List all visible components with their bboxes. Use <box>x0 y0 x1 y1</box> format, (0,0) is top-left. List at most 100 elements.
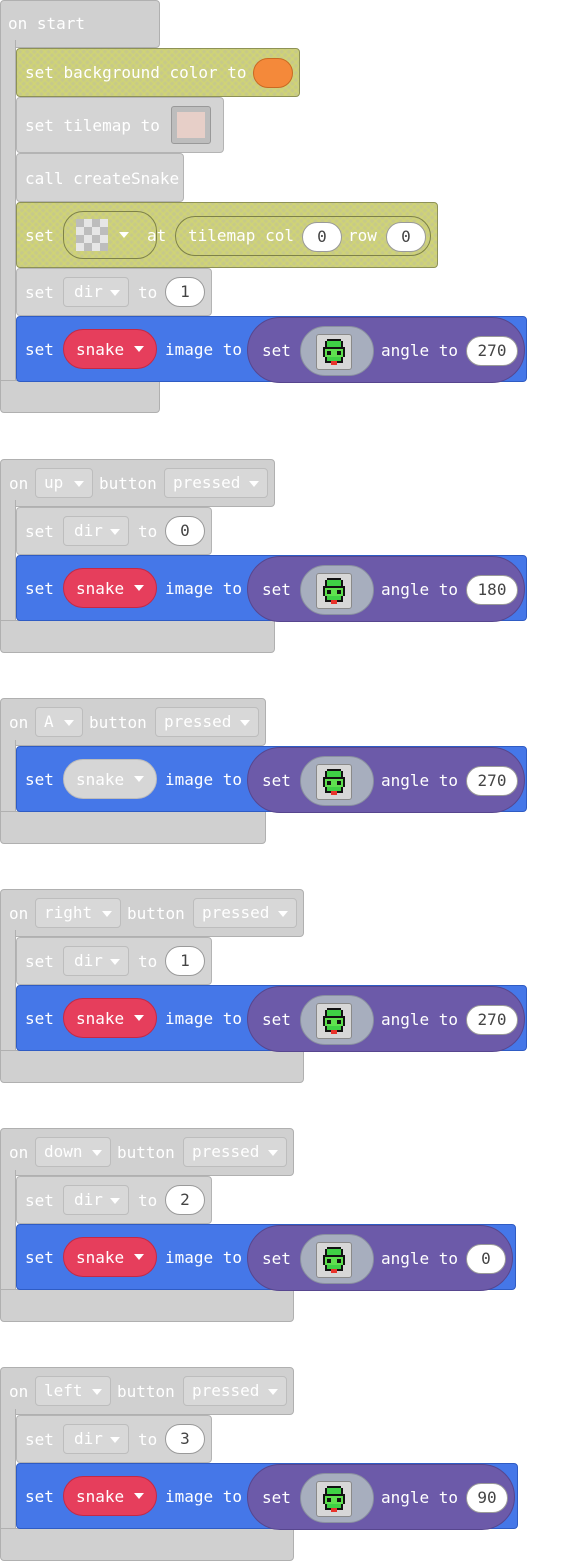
snake-variable-dropdown[interactable]: snake <box>63 1476 157 1516</box>
on-button-pressed-hat[interactable]: on up button pressed <box>0 459 275 507</box>
event-dropdown[interactable]: pressed <box>193 898 297 928</box>
event-dropdown[interactable]: pressed <box>155 707 259 737</box>
on-button-pressed-hat[interactable]: on left button pressed <box>0 1367 294 1415</box>
rotate-image-block[interactable]: set angle to 270 <box>247 317 525 383</box>
image-slot[interactable] <box>300 1234 374 1284</box>
tilemap-col-row-pill[interactable]: tilemap col 0 row 0 <box>175 216 431 256</box>
on-label: on <box>9 713 29 732</box>
on-button-pressed-hat[interactable]: on right button pressed <box>0 889 304 937</box>
set-sprite-image-block[interactable]: set snake image to set angle to 0 <box>16 1224 516 1291</box>
dir-value-input[interactable]: 3 <box>165 1424 205 1454</box>
rotate-image-block[interactable]: set angle to 0 <box>247 1225 513 1291</box>
button-dropdown[interactable]: right <box>35 898 121 928</box>
image-slot[interactable] <box>300 756 374 806</box>
snake-head-icon[interactable] <box>316 1242 352 1278</box>
chevron-down-icon <box>92 1150 102 1156</box>
set-background-color-block[interactable]: set background color to <box>16 48 300 97</box>
button-word-label: button <box>117 1143 175 1162</box>
set-dir-block[interactable]: set dir to 0 <box>16 507 212 555</box>
angle-input[interactable]: 0 <box>466 1244 506 1274</box>
rotate-image-block[interactable]: set angle to 180 <box>247 556 525 622</box>
button-word-label: button <box>99 474 157 493</box>
snake-variable-label: snake <box>76 1248 125 1267</box>
dir-value-input[interactable]: 1 <box>165 946 205 976</box>
handler-spine <box>0 1170 16 1300</box>
button-dropdown[interactable]: left <box>35 1376 111 1406</box>
angle-input[interactable]: 180 <box>466 575 518 605</box>
image-slot[interactable] <box>300 565 374 615</box>
set-dir-block[interactable]: set dir to 3 <box>16 1415 212 1463</box>
button-dropdown[interactable]: A <box>35 707 83 737</box>
angle-to-label: angle to <box>381 1488 459 1507</box>
snake-head-icon[interactable] <box>316 573 352 609</box>
dir-variable-dropdown[interactable]: dir <box>63 1424 129 1454</box>
snake-variable-label: snake <box>76 579 125 598</box>
snake-variable-dropdown[interactable]: snake <box>63 759 157 799</box>
set-sprite-image-block[interactable]: set snake image to set angle to 90 <box>16 1463 518 1530</box>
place-on-tile-block[interactable]: set at tilemap col 0 row 0 <box>16 202 438 268</box>
rotate-image-block[interactable]: set angle to 90 <box>247 1464 515 1530</box>
rotate-set-label: set <box>262 1249 291 1268</box>
dir-variable-label: dir <box>74 282 103 301</box>
button-dropdown[interactable]: up <box>35 468 93 498</box>
rotate-set-label: set <box>262 1010 291 1029</box>
snake-variable-dropdown[interactable]: snake <box>63 1237 157 1277</box>
chevron-down-icon <box>64 720 74 726</box>
sprite-image-slot[interactable] <box>63 211 157 259</box>
chevron-down-icon <box>134 1254 144 1260</box>
col-input[interactable]: 0 <box>302 222 342 252</box>
angle-input[interactable]: 270 <box>466 766 518 796</box>
set-dir-set-label: set <box>25 522 54 541</box>
dir-value-input[interactable]: 2 <box>165 1185 205 1215</box>
event-dropdown[interactable]: pressed <box>164 468 268 498</box>
angle-input[interactable]: 90 <box>466 1483 508 1513</box>
color-swatch[interactable] <box>253 58 293 88</box>
snake-head-icon[interactable] <box>316 764 352 800</box>
set-dir-set-label: set <box>25 1430 54 1449</box>
on-label: on <box>9 904 29 923</box>
dir-variable-dropdown[interactable]: dir <box>63 277 129 307</box>
angle-input[interactable]: 270 <box>466 336 518 366</box>
rotate-set-label: set <box>262 580 291 599</box>
dir-value-input[interactable]: 0 <box>165 516 205 546</box>
set-sprite-image-block[interactable]: set snake image to set angle to 270 <box>16 316 527 383</box>
tilemap-thumbnail[interactable] <box>171 106 211 144</box>
call-create-snake-block[interactable]: call createSnake <box>16 153 184 202</box>
image-slot[interactable] <box>300 995 374 1045</box>
snake-head-icon[interactable] <box>316 1003 352 1039</box>
set-sprite-image-block[interactable]: set snake image to set angle to 270 <box>16 746 527 813</box>
set-tilemap-block[interactable]: set tilemap to <box>16 97 224 153</box>
rotate-image-block[interactable]: set angle to 270 <box>247 986 525 1052</box>
set-dir-block[interactable]: set dir to 2 <box>16 1176 212 1224</box>
on-button-pressed-hat[interactable]: on A button pressed <box>0 698 266 746</box>
dir-variable-dropdown[interactable]: dir <box>63 1185 129 1215</box>
event-dropdown[interactable]: pressed <box>183 1137 287 1167</box>
angle-input[interactable]: 270 <box>466 1005 518 1035</box>
on-button-pressed-hat[interactable]: on down button pressed <box>0 1128 294 1176</box>
set-dir-block[interactable]: set dir to 1 <box>16 268 212 316</box>
row-input[interactable]: 0 <box>386 222 426 252</box>
handler-spine <box>0 930 16 1060</box>
set-sprite-image-block[interactable]: set snake image to set angle to 270 <box>16 985 527 1052</box>
snake-variable-dropdown[interactable]: snake <box>63 998 157 1038</box>
place-at-label: at <box>147 226 167 245</box>
rotate-image-block[interactable]: set angle to 270 <box>247 747 525 813</box>
image-slot[interactable] <box>300 326 374 376</box>
snake-head-icon[interactable] <box>316 334 352 370</box>
snake-variable-dropdown[interactable]: snake <box>63 329 157 369</box>
snake-variable-dropdown[interactable]: snake <box>63 568 157 608</box>
dir-variable-dropdown[interactable]: dir <box>63 516 129 546</box>
dir-value-input[interactable]: 1 <box>165 277 205 307</box>
set-dir-set-label: set <box>25 283 54 302</box>
chevron-down-icon[interactable] <box>119 232 129 238</box>
image-slot[interactable] <box>300 1473 374 1523</box>
set-dir-block[interactable]: set dir to 1 <box>16 937 212 985</box>
dir-variable-dropdown[interactable]: dir <box>63 946 129 976</box>
event-dropdown[interactable]: pressed <box>183 1376 287 1406</box>
image-to-label: image to <box>165 579 243 598</box>
snake-head-icon[interactable] <box>316 1481 352 1517</box>
set-sprite-image-block[interactable]: set snake image to set angle to 180 <box>16 555 527 622</box>
checkerboard-icon <box>76 219 108 251</box>
chevron-down-icon <box>92 1389 102 1395</box>
button-dropdown[interactable]: down <box>35 1137 111 1167</box>
